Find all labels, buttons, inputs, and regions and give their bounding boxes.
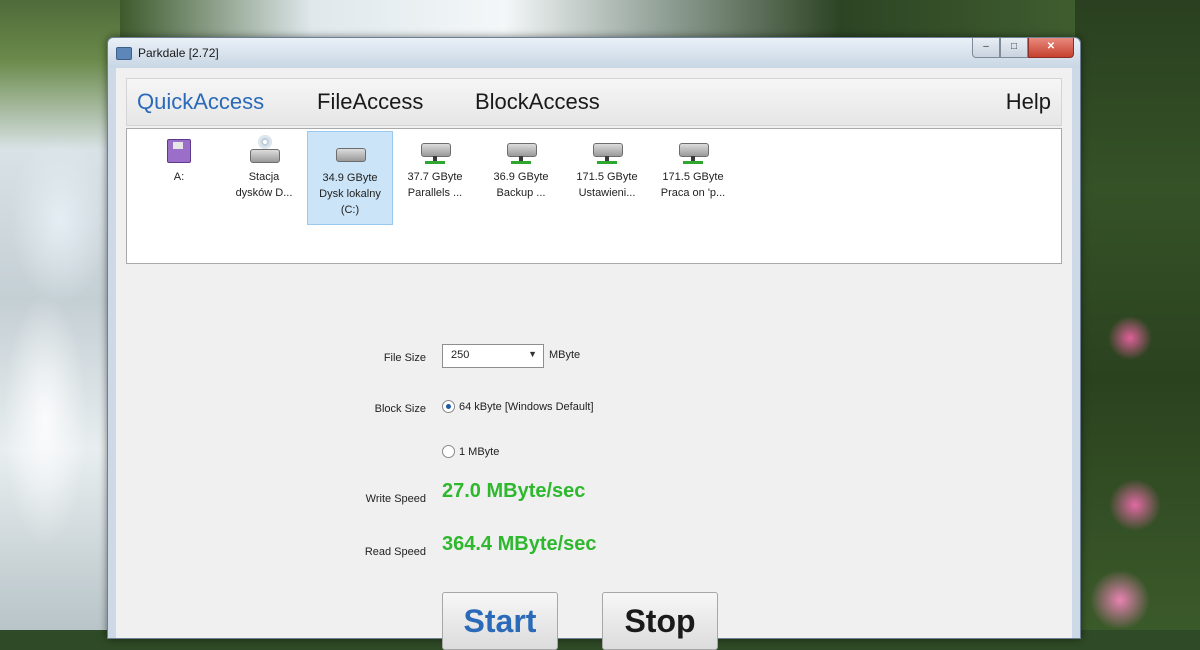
network-drive-icon (417, 135, 453, 167)
stop-button[interactable]: Stop (602, 592, 718, 650)
help-link[interactable]: Help (1006, 89, 1051, 115)
caption-buttons: – □ ✕ (972, 38, 1074, 58)
drive-sublabel: Parallels ... (407, 187, 463, 199)
tab-fileaccess[interactable]: FileAccess (317, 89, 423, 115)
maximize-button[interactable]: □ (1000, 38, 1028, 58)
write-speed-label: Write Speed (365, 493, 426, 505)
network-drive-icon (503, 135, 539, 167)
wallpaper-waterfall (0, 0, 120, 630)
file-size-value: 250 (451, 349, 470, 361)
network-drive-icon (589, 135, 625, 167)
read-speed-label: Read Speed (364, 546, 426, 558)
start-button[interactable]: Start (442, 592, 558, 650)
read-speed-value: 364.4 MByte/sec (442, 533, 597, 555)
tab-blockaccess[interactable]: BlockAccess (475, 89, 600, 115)
drive-sublabel: Praca on 'p... (660, 187, 726, 199)
drive-item-backup[interactable]: 36.9 GByte Backup ... (479, 131, 563, 223)
wallpaper-top (120, 0, 1080, 40)
radio-selected-icon[interactable] (442, 400, 455, 413)
block-size-label: Block Size (374, 403, 426, 415)
drive-item-cd[interactable]: Stacja dysków D... (222, 131, 306, 223)
write-speed-value: 27.0 MByte/sec (442, 480, 586, 502)
drive-sublabel: Backup ... (496, 187, 546, 199)
drive-label: 171.5 GByte (576, 171, 638, 183)
drive-label: A: (173, 171, 185, 183)
block-size-option-64k[interactable]: 64 kByte [Windows Default] (442, 400, 594, 413)
block-size-option-1m[interactable]: 1 MByte (442, 445, 499, 458)
app-window: Parkdale [2.72] – □ ✕ QuickAccess FileAc… (107, 37, 1081, 650)
file-size-unit: MByte (549, 349, 581, 361)
chevron-down-icon: ▼ (528, 349, 537, 359)
drive-sublabel: Dysk lokalny (319, 188, 381, 200)
drive-item-c[interactable]: 34.9 GByte Dysk lokalny (C:) (307, 131, 393, 225)
drive-item-praca[interactable]: 171.5 GByte Praca on 'p... (651, 131, 735, 223)
drive-label: 37.7 GByte (407, 171, 463, 183)
close-button[interactable]: ✕ (1028, 38, 1074, 58)
floppy-drive-icon (161, 135, 197, 167)
drive-sublabel: dysków D... (235, 187, 293, 199)
drive-label: 171.5 GByte (662, 171, 724, 183)
drive-item-parallels[interactable]: 37.7 GByte Parallels ... (393, 131, 477, 223)
tab-quickaccess[interactable]: QuickAccess (137, 89, 264, 115)
drive-sublabel: (C:) (340, 204, 360, 216)
network-drive-icon (675, 135, 711, 167)
drive-item-ustawienia[interactable]: 171.5 GByte Ustawieni... (565, 131, 649, 223)
block-size-option-1m-label: 1 MByte (459, 445, 500, 458)
nav-bar: QuickAccess FileAccess BlockAccess Help (126, 78, 1062, 126)
radio-unselected-icon[interactable] (442, 445, 455, 458)
title-bar[interactable]: Parkdale [2.72] – □ ✕ (108, 38, 1080, 68)
file-size-select[interactable]: 250 ▼ (442, 344, 544, 368)
cd-drive-icon (246, 135, 282, 167)
client-area: QuickAccess FileAccess BlockAccess Help … (116, 68, 1072, 650)
wallpaper-flowers (1075, 0, 1200, 630)
minimize-button[interactable]: – (972, 38, 1000, 58)
drive-sublabel: Ustawieni... (578, 187, 636, 199)
drive-label: 34.9 GByte (322, 172, 378, 184)
drive-item-a[interactable]: A: (137, 131, 221, 223)
window-title: Parkdale [2.72] (138, 46, 219, 60)
hard-drive-icon (332, 136, 368, 168)
file-size-label: File Size (383, 352, 426, 364)
drive-label: Stacja (248, 171, 280, 183)
block-size-option-64k-label: 64 kByte [Windows Default] (459, 400, 594, 413)
drive-list: A: Stacja dysków D... 34.9 GByte Dysk lo… (126, 128, 1062, 264)
app-icon (116, 47, 132, 60)
drive-label: 36.9 GByte (493, 171, 549, 183)
